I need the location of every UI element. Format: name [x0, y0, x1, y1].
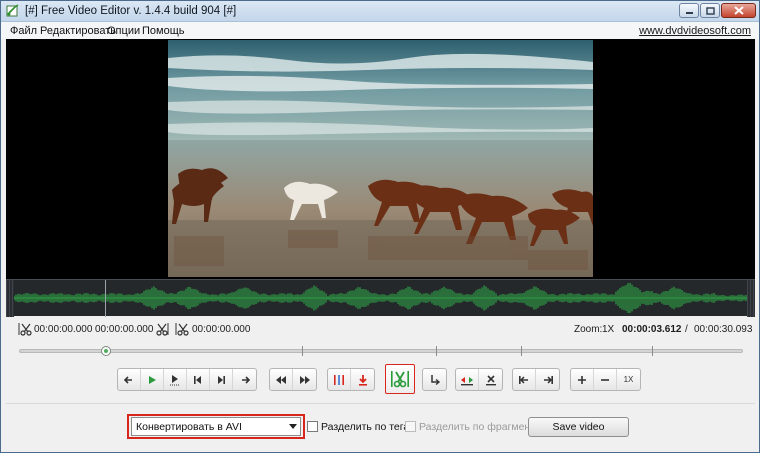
title-bar[interactable]: [#] Free Video Editor v. 1.4.4 build 904… [1, 1, 759, 22]
next-frame-button[interactable] [210, 369, 233, 390]
waveform-playhead [105, 280, 106, 317]
selection-controls [455, 368, 503, 391]
close-button[interactable] [721, 3, 756, 18]
app-icon [6, 4, 19, 17]
jump-start-icon [519, 375, 528, 384]
maximize-button[interactable] [700, 3, 720, 18]
timeline-marker [652, 346, 653, 356]
output-format-dropdown[interactable]: Конвертировать в AVI [131, 417, 301, 436]
current-position: 00:00:03.612 [622, 324, 682, 335]
zoom-reset-label: 1X [623, 375, 634, 384]
audio-waveform [14, 282, 747, 314]
timeline-track[interactable] [19, 349, 743, 353]
waveform-right-cap [747, 280, 755, 317]
menu-options[interactable]: Опции [107, 25, 140, 37]
minimize-icon [685, 11, 693, 14]
jump-end-icon [543, 375, 553, 384]
current-mark-time: 00:00:00.000 [95, 324, 154, 335]
next-frame-icon [218, 375, 225, 384]
play-selection-button[interactable] [164, 369, 187, 390]
arrow-left-icon [124, 375, 132, 384]
website-link[interactable]: www.dvdvideosoft.com [639, 25, 751, 37]
color-marker-icon [461, 376, 473, 385]
zoom-in-icon [578, 375, 586, 384]
split-button[interactable] [385, 364, 415, 394]
maximize-icon [705, 6, 715, 15]
navigation-controls [269, 368, 317, 391]
menu-edit[interactable]: Редактировать [40, 25, 116, 37]
divider [6, 403, 755, 404]
go-end-button[interactable] [293, 369, 316, 390]
zoom-value: 1X [602, 324, 615, 335]
zoom-label: Zoom: [574, 324, 603, 335]
play-button[interactable] [141, 369, 164, 390]
split-by-tags-checkbox[interactable] [307, 421, 318, 432]
timeline-thumb[interactable] [101, 346, 111, 356]
video-frame-image [168, 40, 593, 277]
step-forward-button[interactable] [233, 369, 256, 390]
zoom-reset-button[interactable]: 1X [617, 369, 640, 390]
chevron-down-icon [289, 424, 297, 429]
delete-marker-icon [485, 374, 496, 385]
download-marker-button[interactable] [351, 369, 374, 390]
time-separator: / [685, 324, 688, 335]
menu-file[interactable]: Файл [10, 25, 37, 37]
rotate-controls [422, 368, 447, 391]
go-start-button[interactable] [270, 369, 293, 390]
window-title: [#] Free Video Editor v. 1.4.4 build 904… [25, 5, 237, 17]
zoom-out-button[interactable] [594, 369, 617, 390]
close-icon [733, 6, 744, 15]
go-end-icon [299, 375, 310, 384]
marker-jump-controls [512, 368, 560, 391]
scissors-icon[interactable] [175, 322, 189, 336]
menu-help[interactable]: Помощь [142, 25, 185, 37]
minimize-button[interactable] [679, 3, 699, 18]
add-marker-button[interactable] [328, 369, 351, 390]
split-by-fragments-checkbox[interactable] [405, 421, 416, 432]
step-back-button[interactable] [118, 369, 141, 390]
time-info-row: 00:00:00.000 00:00:00.000 00:00:00.000 Z… [1, 321, 759, 339]
scissors-icon[interactable] [155, 322, 169, 336]
cut-end-time: 00:00:00.000 [192, 324, 251, 335]
zoom-in-button[interactable] [571, 369, 594, 390]
scissors-icon[interactable] [18, 322, 32, 336]
save-video-button[interactable]: Save video [528, 417, 629, 437]
zoom-controls: 1X [570, 368, 641, 391]
download-icon [358, 374, 367, 386]
playback-controls [117, 368, 257, 391]
timeline-slider[interactable] [19, 346, 743, 356]
prev-frame-button[interactable] [187, 369, 210, 390]
timeline-marker [302, 346, 303, 356]
go-start-icon [276, 375, 286, 384]
video-preview[interactable] [6, 39, 755, 279]
color-marker-button[interactable] [456, 369, 479, 390]
add-marker-icon [334, 374, 344, 385]
timeline-marker [436, 346, 437, 356]
jump-start-button[interactable] [513, 369, 536, 390]
jump-end-button[interactable] [536, 369, 559, 390]
play-selection-icon [170, 374, 180, 385]
timeline-marker [521, 346, 522, 356]
marker-controls [327, 368, 375, 391]
delete-marker-button[interactable] [479, 369, 502, 390]
total-duration: 00:00:30.093 [694, 324, 753, 335]
zoom-out-icon [601, 378, 609, 381]
waveform-left-cap [6, 280, 14, 317]
rotate-button[interactable] [423, 369, 446, 390]
split-by-tags-label[interactable]: Разделить по тегам [321, 421, 416, 433]
app-window: [#] Free Video Editor v. 1.4.4 build 904… [0, 0, 760, 453]
prev-frame-icon [194, 375, 201, 384]
cut-start-time: 00:00:00.000 [34, 324, 93, 335]
output-format-value: Конвертировать в AVI [136, 421, 242, 433]
play-icon [149, 375, 156, 384]
arrow-right-icon [241, 375, 250, 384]
menu-bar: Файл Редактировать Опции Помощь www.dvdv… [1, 22, 759, 39]
split-icon [391, 371, 409, 388]
video-frame [168, 40, 593, 277]
rotate-icon [430, 374, 440, 385]
waveform-strip[interactable] [6, 279, 755, 317]
